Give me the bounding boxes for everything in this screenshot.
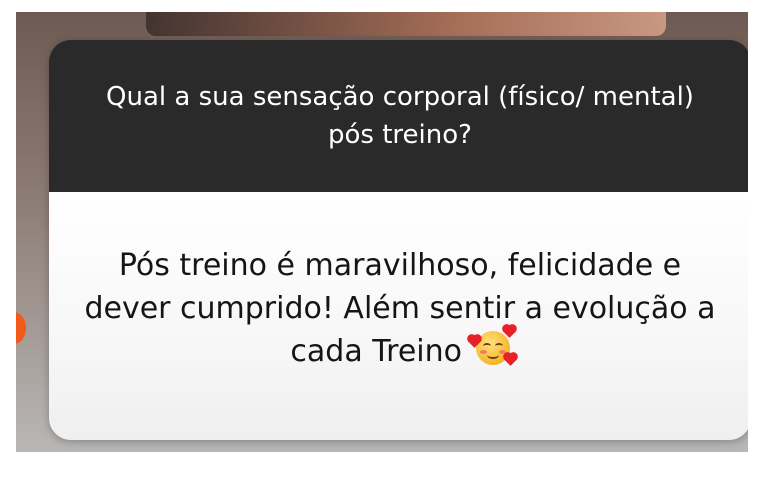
question-text: Qual a sua sensação corporal (físico/ me… [106,82,694,150]
answer-text: Pós treino é maravilhoso, felicidade e d… [84,247,716,369]
answer-body: Pós treino é maravilhoso, felicidade e d… [49,192,748,440]
story-background: Qual a sua sensação corporal (físico/ me… [16,12,748,452]
smiling-face-with-hearts-icon [467,324,517,366]
question-answer-card: Qual a sua sensação corporal (físico/ me… [49,40,748,440]
question-header: Qual a sua sensação corporal (físico/ me… [49,40,748,192]
answer-container: Pós treino é maravilhoso, felicidade e d… [80,244,720,373]
background-blur-top [146,12,666,36]
background-orange-shape [16,312,26,344]
